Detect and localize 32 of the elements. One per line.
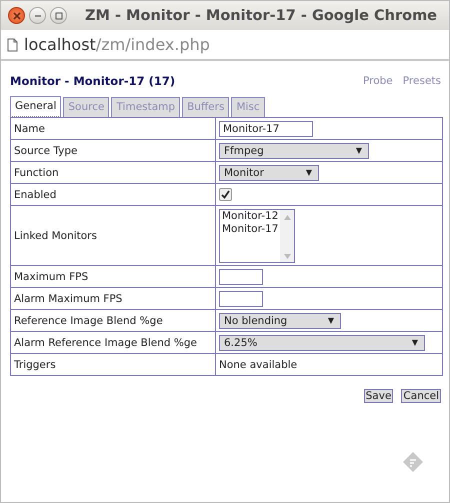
field-label: Alarm Maximum FPS bbox=[14, 292, 122, 304]
field-label: Maximum FPS bbox=[14, 270, 88, 282]
dropdown[interactable]: 6.25% ▼ bbox=[219, 334, 425, 350]
input-field[interactable]: Monitor-17 bbox=[219, 120, 313, 136]
field-label: Source Type bbox=[14, 144, 78, 156]
field-label: Reference Image Blend %ge bbox=[14, 314, 163, 326]
dropdown[interactable]: No blending ▼ bbox=[219, 312, 341, 328]
page-icon bbox=[7, 38, 18, 52]
list-option[interactable]: Monitor-17 bbox=[222, 222, 280, 236]
field-label: Enabled bbox=[14, 188, 56, 200]
checkbox[interactable] bbox=[219, 188, 232, 201]
list-box[interactable]: Monitor-12 Monitor-17 bbox=[219, 208, 295, 262]
close-icon[interactable] bbox=[8, 7, 25, 24]
form-button[interactable]: Save bbox=[364, 389, 394, 403]
field-label: Triggers bbox=[14, 358, 56, 370]
field-label: Linked Monitors bbox=[14, 230, 97, 242]
window-title: ZM - Monitor - Monitor-17 - Google Chrome bbox=[85, 8, 438, 24]
url-text[interactable]: localhost/zm/index.php bbox=[24, 35, 210, 54]
input-field[interactable] bbox=[219, 268, 263, 284]
minimize-icon[interactable] bbox=[29, 7, 46, 24]
dropdown[interactable]: Monitor ▼ bbox=[219, 164, 319, 180]
maximize-icon[interactable] bbox=[50, 7, 67, 24]
page-heading: Monitor - Monitor-17 (17) bbox=[10, 74, 176, 88]
tab[interactable]: General bbox=[10, 96, 62, 117]
field-value: None available bbox=[219, 358, 298, 370]
form-button[interactable]: Cancel bbox=[401, 389, 441, 403]
field-label: Function bbox=[14, 166, 59, 178]
input-field[interactable] bbox=[219, 290, 263, 306]
dropdown[interactable]: Ffmpeg ▼ bbox=[219, 142, 369, 158]
field-label: Name bbox=[14, 122, 45, 134]
list-option[interactable]: Monitor-12 bbox=[222, 210, 280, 222]
field-label: Alarm Reference Image Blend %ge bbox=[14, 336, 198, 348]
